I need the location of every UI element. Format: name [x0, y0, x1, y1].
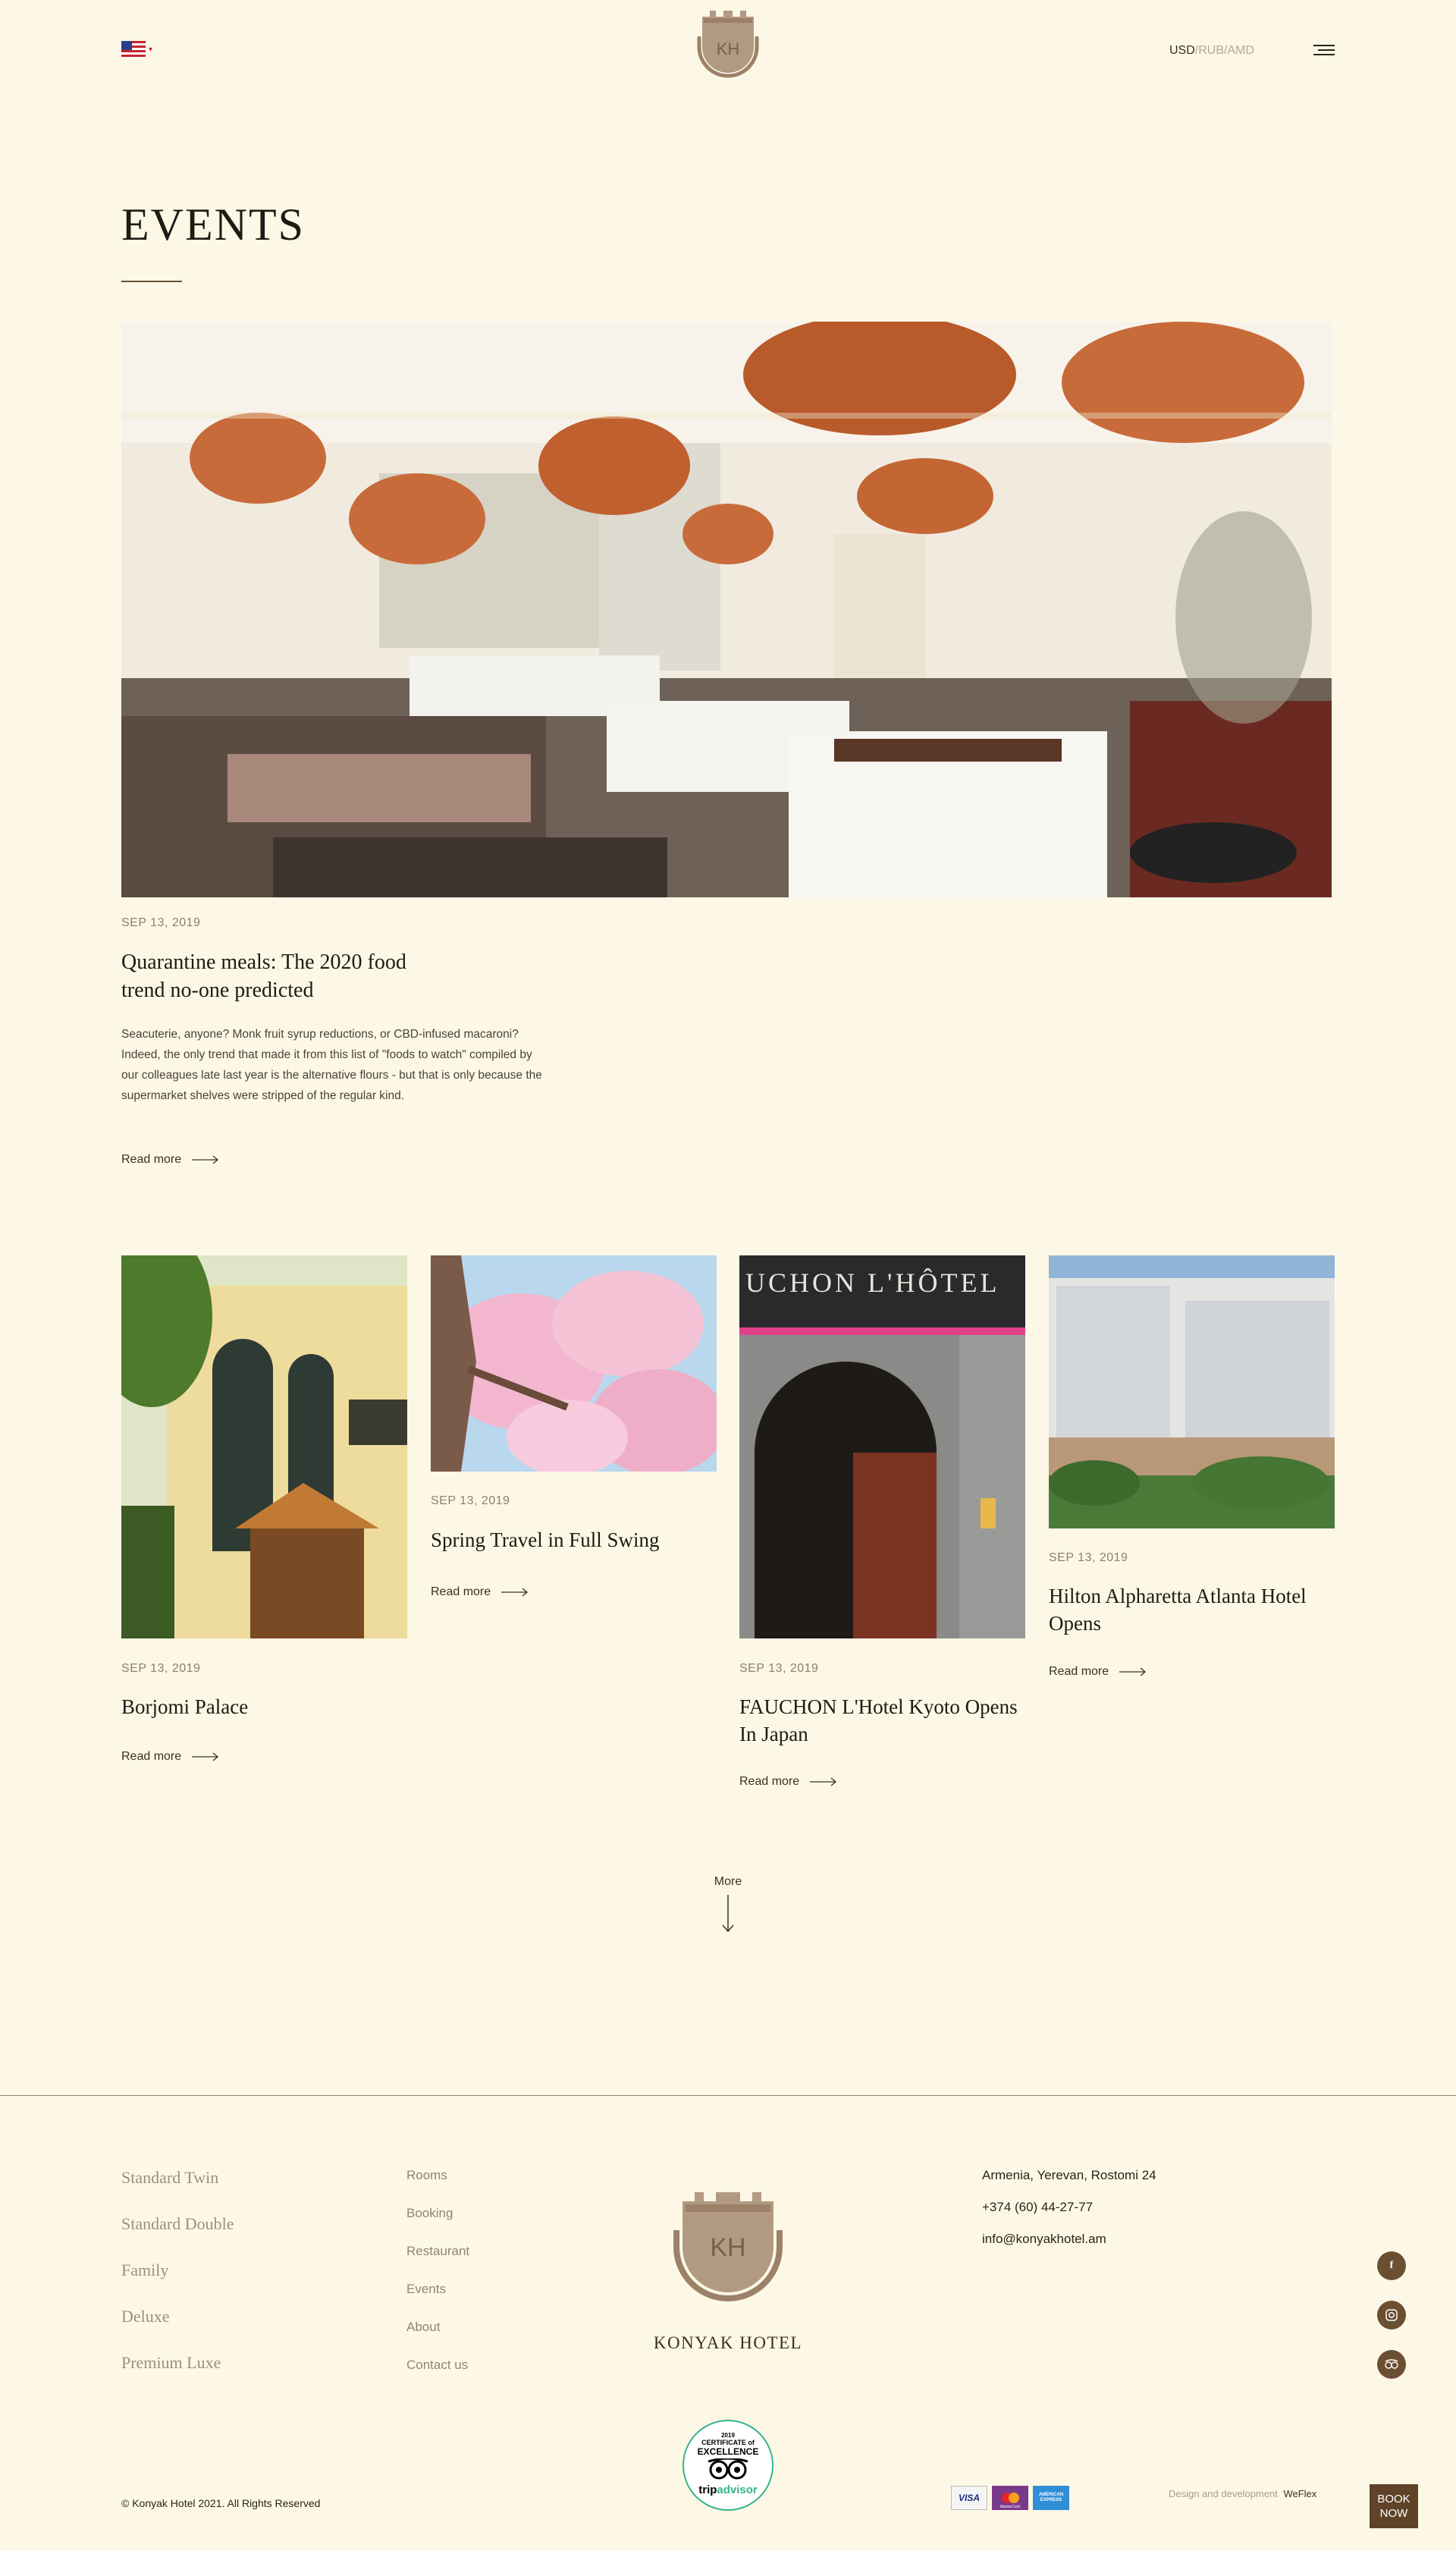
dev-name: WeFlex	[1283, 2488, 1317, 2499]
card-date: SEP 13, 2019	[121, 1662, 201, 1675]
svg-text:UCHON L'HÔTEL: UCHON L'HÔTEL	[745, 1268, 999, 1298]
dev-label: Design and development	[1169, 2488, 1278, 2499]
footer-copyright: © Konyak Hotel 2021. All Rights Reserved	[121, 2497, 321, 2509]
arrow-right-icon	[192, 1752, 219, 1761]
arrow-down-icon	[722, 1895, 734, 1933]
badge-brand: tripadvisor	[698, 2483, 758, 2496]
footer-hotel-name: KONYAK HOTEL	[653, 2333, 803, 2352]
tripadvisor-button[interactable]	[1377, 2350, 1406, 2379]
book-now-button[interactable]: BOOK NOW	[1370, 2484, 1418, 2528]
featured-excerpt: Seacuterie, anyone? Monk fruit syrup red…	[121, 1028, 542, 1102]
card-title[interactable]: FAUCHON L'Hotel Kyoto Opens In Japan	[739, 1693, 1025, 1748]
footer-logo-text: KH	[710, 2233, 746, 2262]
arrow-right-icon	[192, 1155, 219, 1164]
footer-room-link[interactable]: Standard Double	[121, 2214, 234, 2234]
featured-title-line1: Quarantine meals: The 2020 food	[121, 950, 406, 974]
badge-line1: CERTIFICATE of	[701, 2439, 755, 2446]
read-more-label: Read more	[1049, 1665, 1109, 1678]
badge-year: 2019	[721, 2432, 735, 2439]
featured-date: SEP 13, 2019	[121, 916, 201, 929]
card-read-more[interactable]: Read more	[739, 1775, 837, 1789]
card-date: SEP 13, 2019	[1049, 1551, 1128, 1564]
mastercard-icon: MasterCard	[992, 2486, 1028, 2510]
card-title[interactable]: Borjomi Palace	[121, 1693, 407, 1720]
footer-divider	[0, 2095, 1456, 2096]
footer-logo[interactable]: KH	[669, 2186, 787, 2301]
page-title: EVENTS	[121, 199, 305, 250]
card-read-more[interactable]: Read more	[121, 1750, 219, 1764]
card-image-hilton[interactable]	[1049, 1255, 1335, 1528]
menu-button[interactable]	[1313, 45, 1335, 55]
amex-icon: AMERICAN EXPRESS	[1033, 2486, 1069, 2510]
facebook-icon: f	[1389, 2260, 1394, 2271]
book-now-line1: BOOK	[1377, 2493, 1410, 2505]
payment-icons: VISA MasterCard AMERICAN EXPRESS	[951, 2486, 1069, 2510]
header-logo[interactable]: KH	[693, 6, 763, 82]
read-more-label: Read more	[431, 1585, 491, 1598]
badge-line2: EXCELLENCE	[697, 2446, 759, 2457]
tripadvisor-icon	[1385, 2359, 1398, 2369]
featured-image[interactable]	[121, 322, 1332, 897]
footer-nav-link[interactable]: About	[406, 2320, 440, 2335]
instagram-button[interactable]	[1377, 2301, 1406, 2330]
developer-credit[interactable]: Design and development WeFlex	[1169, 2488, 1316, 2499]
facebook-button[interactable]: f	[1377, 2251, 1406, 2280]
language-selector[interactable]: ▾	[121, 41, 152, 58]
card-read-more[interactable]: Read more	[1049, 1665, 1147, 1679]
title-underline	[121, 281, 182, 282]
footer-nav-link[interactable]: Rooms	[406, 2168, 447, 2183]
us-flag-icon	[121, 41, 146, 58]
arrow-right-icon	[810, 1777, 837, 1786]
footer-nav-link[interactable]: Contact us	[406, 2358, 468, 2373]
card-image-borjomi[interactable]	[121, 1255, 407, 1638]
card-read-more[interactable]: Read more	[431, 1585, 529, 1599]
footer-room-link[interactable]: Standard Twin	[121, 2168, 218, 2188]
instagram-icon	[1385, 2309, 1398, 2321]
book-now-line2: NOW	[1379, 2507, 1408, 2520]
featured-title-line2: trend no-one predicted	[121, 979, 314, 1002]
footer-nav-link[interactable]: Restaurant	[406, 2244, 469, 2259]
hamburger-icon	[1313, 45, 1335, 55]
arrow-right-icon	[1119, 1667, 1147, 1676]
tripadvisor-badge[interactable]: 2019 CERTIFICATE of EXCELLENCE tripadvis…	[682, 2420, 774, 2511]
featured-title[interactable]: Quarantine meals: The 2020 food trend no…	[121, 948, 546, 1004]
footer-phone[interactable]: +374 (60) 44-27-77	[982, 2200, 1093, 2215]
owl-icon	[708, 2457, 748, 2480]
card-image-spring[interactable]	[431, 1255, 717, 1472]
footer-room-link[interactable]: Premium Luxe	[121, 2353, 221, 2373]
card-image-fauchon[interactable]: UCHON L'HÔTEL	[739, 1255, 1025, 1638]
card-date: SEP 13, 2019	[431, 1494, 510, 1507]
read-more-label: Read more	[739, 1775, 800, 1788]
footer-nav-link[interactable]: Booking	[406, 2206, 453, 2221]
currency-usd[interactable]: USD	[1169, 44, 1195, 57]
read-more-label: Read more	[121, 1153, 182, 1166]
currency-others[interactable]: /RUB/AMD	[1195, 44, 1254, 57]
visa-icon: VISA	[951, 2486, 987, 2510]
footer-room-link[interactable]: Deluxe	[121, 2307, 170, 2326]
arrow-right-icon	[501, 1588, 529, 1597]
more-label: More	[714, 1875, 742, 1888]
card-title[interactable]: Spring Travel in Full Swing	[431, 1526, 717, 1554]
card-title[interactable]: Hilton Alpharetta Atlanta Hotel Opens	[1049, 1582, 1335, 1637]
footer-nav-link[interactable]: Events	[406, 2282, 446, 2297]
header-logo-text: KH	[716, 39, 740, 58]
more-button[interactable]: More	[698, 1875, 758, 1937]
chevron-down-icon: ▾	[149, 45, 153, 54]
footer-address: Armenia, Yerevan, Rostomi 24	[982, 2168, 1156, 2182]
card-date: SEP 13, 2019	[739, 1662, 819, 1675]
footer-email[interactable]: info@konyakhotel.am	[982, 2232, 1106, 2247]
footer-room-link[interactable]: Family	[121, 2260, 168, 2280]
currency-selector[interactable]: USD/RUB/AMD	[1169, 44, 1254, 58]
read-more-label: Read more	[121, 1750, 182, 1763]
featured-read-more[interactable]: Read more	[121, 1153, 219, 1167]
